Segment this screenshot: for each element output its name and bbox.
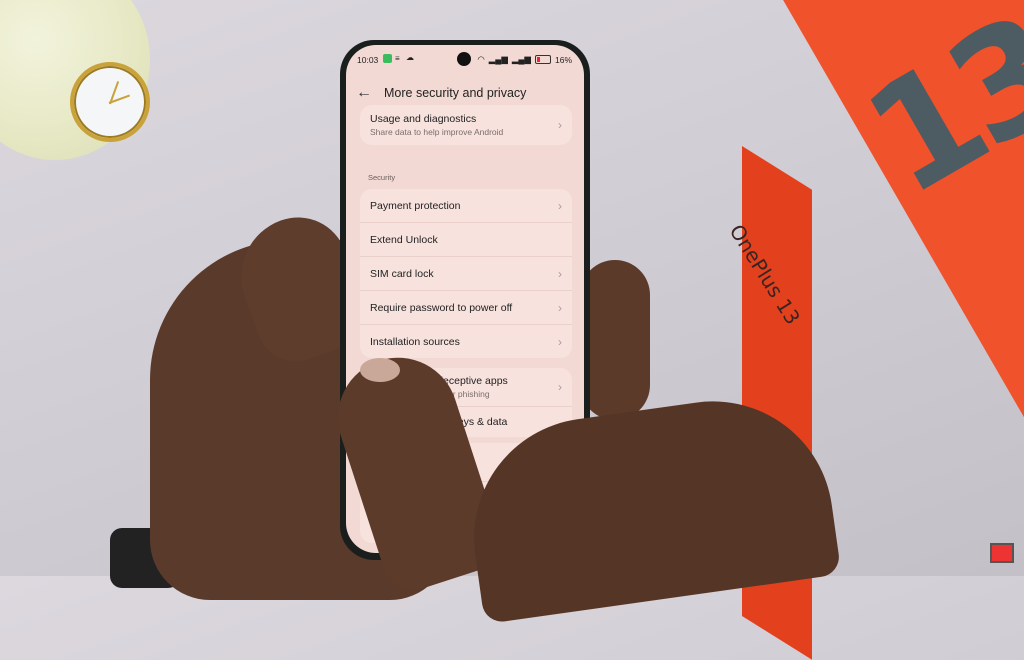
list-item-installation-sources[interactable]: Installation sources › [360, 325, 572, 358]
row-label: Installation sources [370, 335, 460, 348]
row-label: Extend Unlock [370, 233, 438, 246]
nfc-icon: ≡ [395, 54, 400, 63]
status-bar: 10:03 ≡ ☁ ◠ ▂▄▆ ▂▄▆ 16% [346, 45, 584, 75]
cloud-icon: ☁ [406, 53, 414, 62]
chevron-right-icon: › [558, 266, 562, 281]
right-finger [580, 260, 650, 420]
section-header-security: Security [368, 173, 396, 182]
fingernail [360, 358, 400, 382]
row-label: Usage and diagnostics [370, 113, 477, 125]
battery-icon [534, 55, 551, 64]
usage-diagnostics-card[interactable]: Usage and diagnostics Share data to help… [360, 105, 572, 145]
chevron-right-icon: › [558, 300, 562, 315]
battery-percent: 16% [554, 54, 572, 65]
page-header: ← More security and privacy [346, 81, 584, 105]
list-item-require-password-power-off[interactable]: Require password to power off › [360, 291, 572, 325]
row-subtitle: Share data to help improve Android [370, 127, 504, 137]
security-card: Payment protection › Extend Unlock SIM c… [360, 189, 572, 358]
status-right-icons: ◠ ▂▄▆ ▂▄▆ 16% [477, 54, 572, 65]
channel-logo-badge [990, 543, 1014, 563]
list-item-extend-unlock[interactable]: Extend Unlock [360, 223, 572, 257]
row-label: SIM card lock [370, 267, 434, 280]
clock-face [70, 62, 150, 142]
front-camera [457, 52, 471, 66]
arrow-left-icon[interactable]: ← [356, 84, 376, 102]
signal-icon: ▂▄▆ [511, 54, 531, 64]
app-notification-icon [383, 54, 392, 63]
wifi-icon: ◠ [477, 54, 485, 64]
list-item-usage-diagnostics[interactable]: Usage and diagnostics Share data to help… [360, 105, 572, 145]
list-item-payment-protection[interactable]: Payment protection › [360, 189, 572, 223]
row-label: Require password to power off [370, 301, 513, 314]
signal-icon: ▂▄▆ [488, 54, 508, 64]
chevron-right-icon: › [558, 118, 562, 132]
chevron-right-icon: › [558, 198, 562, 213]
page-title: More security and privacy [384, 86, 527, 100]
status-time: 10:03 [357, 55, 379, 65]
row-label: Payment protection [370, 199, 461, 212]
list-item-sim-card-lock[interactable]: SIM card lock › [360, 257, 572, 291]
chevron-right-icon: › [558, 334, 562, 349]
chevron-right-icon: › [558, 380, 562, 394]
